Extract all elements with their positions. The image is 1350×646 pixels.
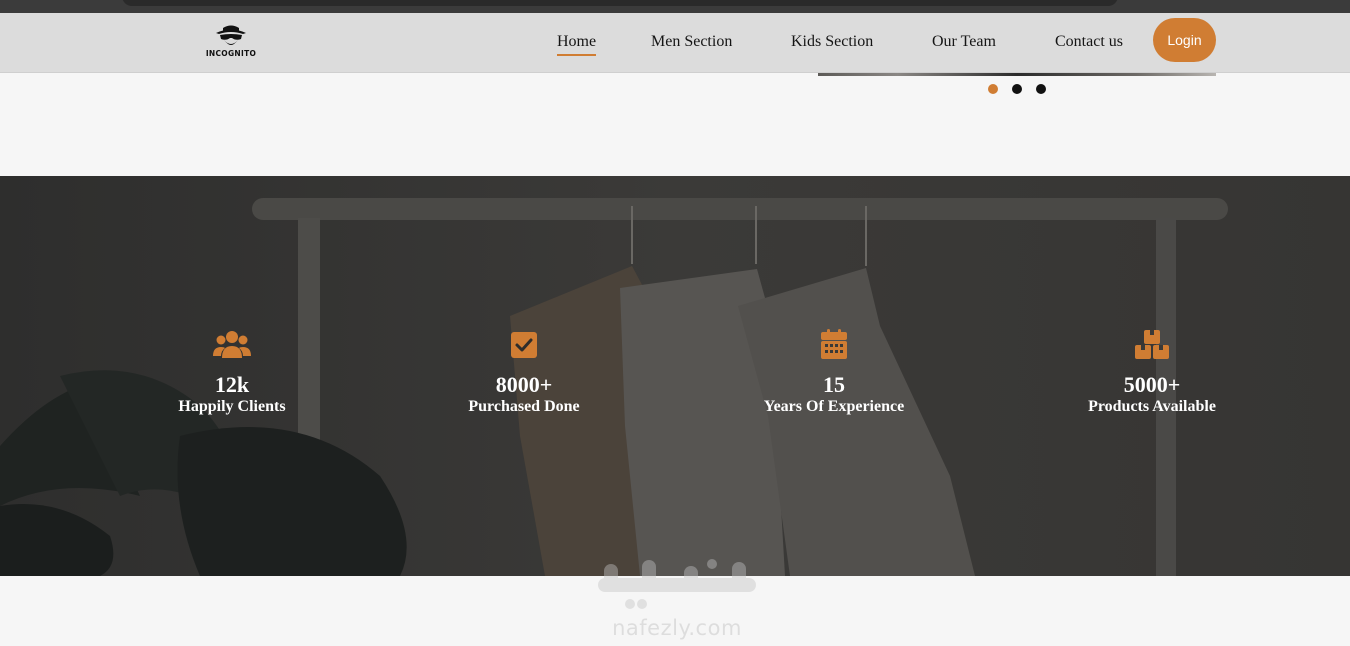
stat-label: Purchased Done [468,398,580,415]
carousel-dot[interactable] [1036,84,1046,94]
nav-link-contact-us[interactable]: Contact us [1055,33,1123,51]
nav-link-men-section[interactable]: Men Section [651,33,732,51]
stat-happily-clients: 12k Happily Clients [122,328,342,416]
stat-purchased-done: 8000+ Purchased Done [414,328,634,416]
stat-label: Years Of Experience [763,398,905,415]
carousel-dot[interactable] [988,84,998,94]
stat-value: 8000+ [495,372,553,397]
carousel-dots [988,84,1046,94]
stat-value: 15 [823,372,845,397]
users-icon [213,331,251,358]
browser-top-bar [0,0,1350,13]
top-bar-tab [122,0,1118,6]
nav-link-home[interactable]: Home [557,33,597,56]
stat-label: Products Available [1088,398,1216,415]
hero-image-edge [818,73,1216,76]
calendar-icon [821,329,847,359]
boxes-icon [1135,330,1169,359]
navbar: INCOGNITO Home Men Section Kids Section … [0,13,1350,73]
check-square-icon [511,332,537,358]
stat-value: 12k [214,372,250,397]
incognito-mask-icon [216,25,246,45]
stats-section: 12k Happily Clients 8000+ Purchased Done… [0,176,1350,576]
nafezly-watermark: nafezly.com [592,556,762,646]
watermark-arabic-logo [598,559,756,609]
nav-link-kids-section[interactable]: Kids Section [791,33,873,51]
stat-value: 5000+ [1123,372,1181,397]
stat-label: Happily Clients [178,398,286,415]
login-button[interactable]: Login [1153,18,1216,62]
stat-years-of-experience: 15 Years Of Experience [724,328,944,416]
carousel-dot[interactable] [1012,84,1022,94]
watermark-text: nafezly.com [612,616,742,640]
logo-text: INCOGNITO [205,49,257,58]
stat-products-available: 5000+ Products Available [1042,328,1262,416]
site-logo[interactable]: INCOGNITO [196,24,266,60]
nav-link-our-team[interactable]: Our Team [932,33,996,51]
